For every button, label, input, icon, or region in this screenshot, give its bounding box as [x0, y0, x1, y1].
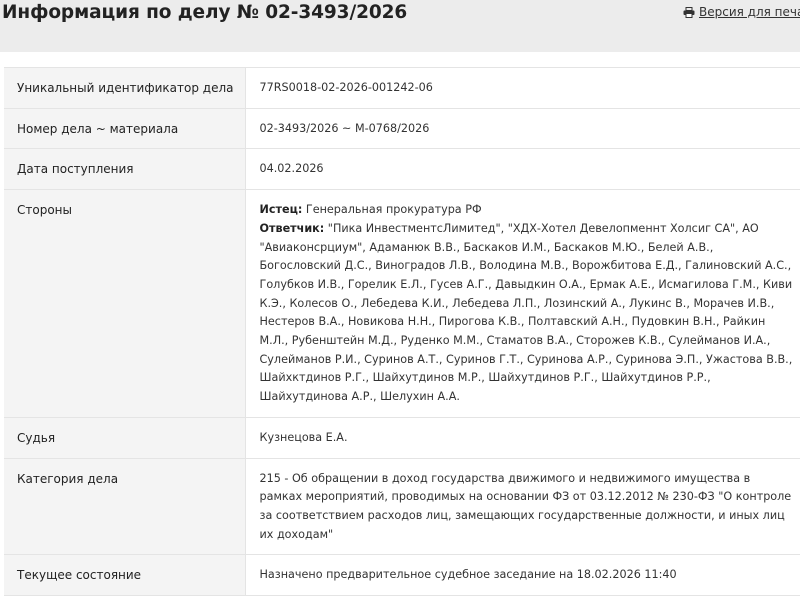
- page-header: Информация по делу № 02-3493/2026 Версия…: [0, 0, 800, 52]
- row-value-status: Назначено предварительное судебное засед…: [245, 554, 800, 597]
- defendant-line: Ответчик: "Пика ИнвестментсЛимитед", "ХД…: [260, 220, 795, 407]
- row-label-receipt-date: Дата поступления: [17, 162, 134, 177]
- table-row: Судья Кузнецова Е.А.: [4, 416, 800, 459]
- row-value-category: 215 - Об обращении в доход государства д…: [245, 457, 800, 556]
- row-value-case-id: 77RS0018-02-2026-001242-06: [245, 67, 800, 109]
- plaintiff-label: Истец:: [259, 203, 303, 217]
- row-value-parties: Истец: Генеральная прокуратура РФ Ответч…: [245, 189, 800, 418]
- plaintiff-line: Истец: Генеральная прокуратура РФ: [260, 201, 795, 220]
- table-row: Номер дела ~ материала 02-3493/2026 ~ М-…: [4, 107, 800, 150]
- defendant-label: Ответчик:: [259, 221, 325, 235]
- plaintiff-value: Генеральная прокуратура РФ: [305, 203, 482, 217]
- case-info-table: Уникальный идентификатор дела 77RS0018-0…: [4, 67, 800, 597]
- table-row: Дата поступления 04.02.2026: [4, 148, 800, 191]
- row-label-category: Категория дела: [17, 471, 119, 486]
- row-value-receipt-date: 04.02.2026: [245, 148, 800, 191]
- printer-icon: [683, 7, 695, 18]
- page-title: Информация по делу № 02-3493/2026: [2, 2, 408, 23]
- row-label-judge: Судья: [17, 430, 56, 445]
- print-version-label[interactable]: Версия для печати: [699, 5, 800, 19]
- row-label-parties: Стороны: [17, 203, 72, 218]
- row-label-status: Текущее состояние: [17, 568, 142, 583]
- row-value-case-number: 02-3493/2026 ~ М-0768/2026: [245, 107, 800, 150]
- table-row: Текущее состояние Назначено предваритель…: [4, 554, 800, 597]
- row-label-case-number: Номер дела ~ материала: [17, 121, 179, 136]
- row-label-case-id: Уникальный идентификатор дела: [17, 81, 234, 95]
- table-row: Категория дела 215 - Об обращении в дохо…: [4, 457, 800, 556]
- table-row: Стороны Истец: Генеральная прокуратура Р…: [4, 189, 800, 418]
- row-value-judge: Кузнецова Е.А.: [245, 416, 800, 459]
- table-row: Уникальный идентификатор дела 77RS0018-0…: [4, 67, 800, 109]
- defendant-value: "Пика ИнвестментсЛимитед", "ХДХ-Хотел Де…: [259, 221, 793, 404]
- print-version-link[interactable]: Версия для печати: [683, 5, 800, 19]
